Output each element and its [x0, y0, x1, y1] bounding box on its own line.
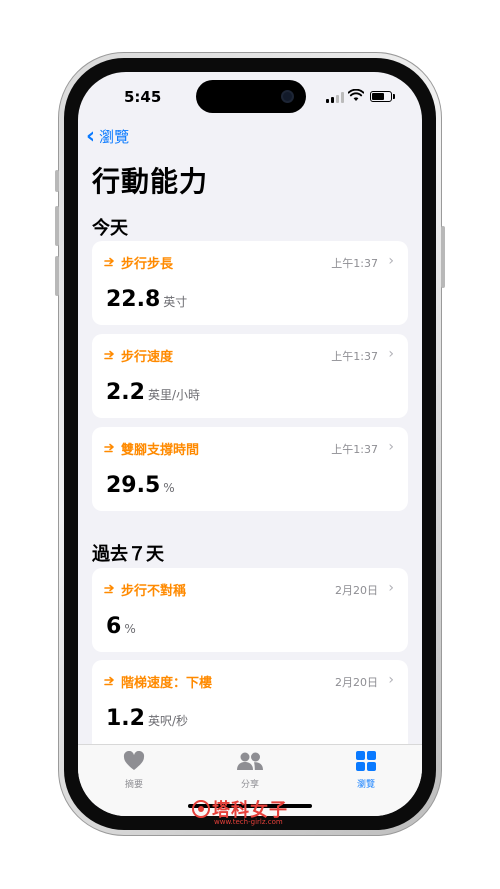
card-date: 上午1:37	[331, 350, 378, 363]
value-unit: %	[124, 622, 136, 636]
walking-steadiness-icon	[104, 443, 114, 452]
metric-card-double-support-time[interactable]: 雙腳支撐時間 上午1:37 › 29.5 %	[92, 427, 408, 511]
chevron-left-icon: ‹	[86, 123, 96, 149]
power-button	[441, 226, 445, 288]
card-date: 上午1:37	[331, 443, 378, 456]
chevron-right-icon: ›	[388, 439, 394, 455]
value-number: 6	[106, 614, 122, 639]
value-unit: %	[163, 481, 175, 495]
card-metric: 步行不對稱	[104, 580, 186, 599]
card-date: 2月20日	[335, 584, 378, 597]
metric-name: 步行不對稱	[121, 584, 187, 599]
card-value: 6 %	[106, 614, 136, 639]
walking-steadiness-icon	[104, 676, 114, 685]
card-metric: 階梯速度：下樓	[104, 672, 212, 691]
section-title-today: 今天	[92, 218, 128, 239]
value-unit: 英寸	[163, 295, 188, 309]
back-label: 瀏覽	[99, 128, 130, 146]
screen: 5:45 ‹ 瀏覽 行動能力 今天 步行步長 上午1:37 › 22.8 英寸 …	[78, 72, 422, 816]
metric-name: 雙腳支撐時間	[121, 443, 200, 458]
card-metric: 步行步長	[104, 253, 173, 272]
battery-icon	[370, 91, 392, 102]
tab-label: 分享	[240, 780, 259, 790]
card-metric: 步行速度	[104, 346, 173, 365]
walking-steadiness-icon	[104, 350, 114, 359]
cellular-signal-icon	[326, 92, 344, 103]
heart-icon	[123, 750, 145, 770]
watermark: 塔科女子 www.tech-girlz.com	[190, 796, 288, 826]
chevron-right-icon: ›	[388, 580, 394, 596]
tab-label: 瀏覽	[356, 780, 375, 790]
page-title: 行動能力	[92, 165, 209, 198]
chevron-right-icon: ›	[388, 253, 394, 269]
value-number: 1.2	[106, 706, 145, 731]
camera-icon	[281, 90, 294, 103]
metric-card-walking-asymmetry[interactable]: 步行不對稱 2月20日 › 6 %	[92, 568, 408, 652]
walking-steadiness-icon	[104, 584, 114, 593]
status-time: 5:45	[124, 88, 162, 106]
walking-steadiness-icon	[104, 257, 114, 266]
chevron-right-icon: ›	[388, 672, 394, 688]
card-value: 2.2 英里/小時	[106, 380, 200, 405]
metric-card-step-length[interactable]: 步行步長 上午1:37 › 22.8 英寸	[92, 241, 408, 325]
card-date: 2月20日	[335, 676, 378, 689]
metric-name: 步行速度	[121, 350, 174, 365]
card-value: 1.2 英呎/秒	[106, 706, 188, 731]
watermark-url: www.tech-girlz.com	[214, 818, 283, 826]
card-value: 22.8 英寸	[106, 287, 187, 312]
card-date: 上午1:37	[331, 257, 378, 270]
metric-name: 階梯速度：下樓	[121, 676, 213, 691]
metric-name: 步行步長	[121, 257, 174, 272]
dynamic-island	[196, 80, 306, 113]
grid-icon	[356, 751, 376, 771]
card-value: 29.5 %	[106, 473, 175, 498]
tab-label: 摘要	[124, 780, 143, 790]
card-metric: 雙腳支撐時間	[104, 439, 199, 458]
value-unit: 英呎/秒	[147, 714, 189, 728]
value-unit: 英里/小時	[147, 388, 201, 402]
tab-sharing[interactable]: 分享	[210, 751, 290, 790]
value-number: 29.5	[106, 473, 161, 498]
status-bar: 5:45	[78, 72, 422, 122]
wifi-icon	[348, 89, 364, 101]
value-number: 2.2	[106, 380, 145, 405]
action-button	[55, 170, 59, 192]
value-number: 22.8	[106, 287, 161, 312]
watermark-logo-icon	[192, 800, 210, 818]
battery-tip	[393, 94, 395, 99]
tab-summary[interactable]: 摘要	[94, 750, 174, 790]
section-title-past-7-days: 過去７天	[92, 544, 164, 565]
people-icon	[237, 752, 263, 770]
volume-down-button	[55, 256, 59, 296]
back-button[interactable]: ‹ 瀏覽	[86, 123, 130, 149]
chevron-right-icon: ›	[388, 346, 394, 362]
metric-card-walking-speed[interactable]: 步行速度 上午1:37 › 2.2 英里/小時	[92, 334, 408, 418]
tab-browse[interactable]: 瀏覽	[326, 751, 406, 790]
volume-up-button	[55, 206, 59, 246]
